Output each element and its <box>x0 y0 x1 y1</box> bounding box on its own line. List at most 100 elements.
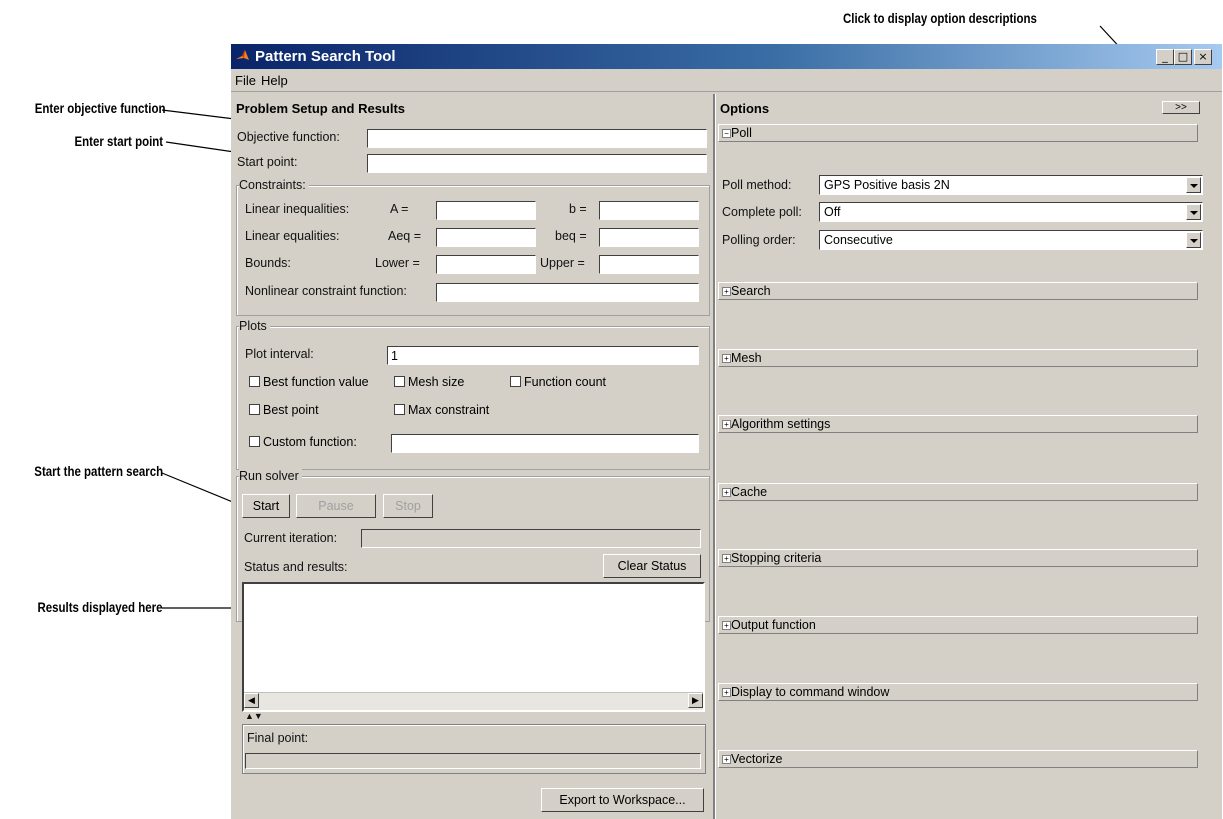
a-matrix-input[interactable] <box>436 201 536 220</box>
menu-file[interactable]: File <box>235 73 256 88</box>
horizontal-scrollbar[interactable]: ◀ ▶ <box>244 692 703 710</box>
current-iteration-label: Current iteration: <box>244 531 338 545</box>
custom-function-label: Custom function: <box>263 435 357 449</box>
poll-method-label: Poll method: <box>722 178 792 192</box>
custom-function-input[interactable] <box>391 434 699 453</box>
cache-section-header[interactable]: + Cache <box>718 483 1198 501</box>
output-function-section-header[interactable]: + Output function <box>718 616 1198 634</box>
section-label: Display to command window <box>731 685 890 699</box>
max-constraint-checkbox[interactable]: Max constraint <box>394 403 489 417</box>
plot-interval-input[interactable]: 1 <box>387 346 699 365</box>
collapse-icon: − <box>722 129 731 138</box>
options-header: Options <box>720 101 770 116</box>
menu-bar: File Help <box>231 69 1222 92</box>
menu-help[interactable]: Help <box>261 73 288 88</box>
final-point-field <box>245 753 701 769</box>
expand-icon: + <box>722 488 731 497</box>
max-constraint-label: Max constraint <box>408 403 490 417</box>
aeq-label: Aeq = <box>388 229 422 243</box>
best-function-value-label: Best function value <box>263 375 369 389</box>
beq-label: beq = <box>555 229 587 243</box>
maximize-button[interactable]: □ <box>1174 49 1192 65</box>
status-results-area[interactable]: ◀ ▶ <box>242 582 705 712</box>
constraints-label: Constraints: <box>239 178 309 192</box>
plot-interval-label: Plot interval: <box>245 347 314 361</box>
poll-section-header[interactable]: − Poll <box>718 124 1198 142</box>
annotation-start-search: Start the pattern search <box>34 463 163 479</box>
objective-function-input[interactable] <box>367 129 707 148</box>
aeq-matrix-input[interactable] <box>436 228 536 247</box>
clear-status-button[interactable]: Clear Status <box>603 554 701 578</box>
dropdown-arrow-icon[interactable] <box>1186 177 1201 193</box>
section-label: Output function <box>731 618 816 632</box>
expand-icon: + <box>722 420 731 429</box>
mesh-size-checkbox[interactable]: Mesh size <box>394 375 464 389</box>
section-label: Mesh <box>731 351 762 365</box>
expand-icon: + <box>722 554 731 563</box>
function-count-label: Function count <box>524 375 606 389</box>
beq-vector-input[interactable] <box>599 228 699 247</box>
section-label: Algorithm settings <box>731 417 831 431</box>
expand-icon: + <box>722 287 731 296</box>
stopping-criteria-section-header[interactable]: + Stopping criteria <box>718 549 1198 567</box>
option-descriptions-toggle[interactable]: >> <box>1162 101 1200 114</box>
minimize-button[interactable]: _ <box>1156 49 1174 65</box>
scroll-left-icon[interactable]: ◀ <box>244 693 259 708</box>
upper-bound-input[interactable] <box>599 255 699 274</box>
best-point-label: Best point <box>263 403 319 417</box>
custom-function-checkbox[interactable]: Custom function: <box>249 435 357 449</box>
expand-icon: + <box>722 354 731 363</box>
complete-poll-select[interactable]: Off <box>819 202 1203 222</box>
complete-poll-value: Off <box>824 205 841 219</box>
export-to-workspace-button[interactable]: Export to Workspace... <box>541 788 704 812</box>
section-label: Stopping criteria <box>731 551 822 565</box>
objective-function-label: Objective function: <box>237 130 340 144</box>
search-section-header[interactable]: + Search <box>718 282 1198 300</box>
algorithm-settings-section-header[interactable]: + Algorithm settings <box>718 415 1198 433</box>
start-point-input[interactable] <box>367 154 707 173</box>
final-point-label: Final point: <box>247 731 309 745</box>
lower-bound-input[interactable] <box>436 255 536 274</box>
best-function-value-checkbox[interactable]: Best function value <box>249 375 369 389</box>
mesh-size-label: Mesh size <box>408 375 465 389</box>
best-point-checkbox[interactable]: Best point <box>249 403 319 417</box>
title-bar: Pattern Search Tool _ □ × <box>231 44 1222 69</box>
status-results-label: Status and results: <box>244 560 348 574</box>
dropdown-arrow-icon[interactable] <box>1186 204 1201 220</box>
poll-method-select[interactable]: GPS Positive basis 2N <box>819 175 1203 195</box>
dropdown-arrow-icon[interactable] <box>1186 232 1201 248</box>
polling-order-select[interactable]: Consecutive <box>819 230 1203 250</box>
display-command-window-section-header[interactable]: + Display to command window <box>718 683 1198 701</box>
b-vector-input[interactable] <box>599 201 699 220</box>
pattern-search-window: Pattern Search Tool _ □ × File Help Prob… <box>231 44 1222 819</box>
poll-method-value: GPS Positive basis 2N <box>824 178 950 192</box>
stop-button[interactable]: Stop <box>383 494 433 518</box>
close-button[interactable]: × <box>1194 49 1212 65</box>
upper-label: Upper = <box>540 256 585 270</box>
annotation-objective: Enter objective function <box>34 100 165 116</box>
pause-button[interactable]: Pause <box>296 494 376 518</box>
annotation-results: Results displayed here <box>37 599 163 615</box>
expand-icon: + <box>722 755 731 764</box>
vectorize-section-header[interactable]: + Vectorize <box>718 750 1198 768</box>
start-point-label: Start point: <box>237 155 298 169</box>
polling-order-value: Consecutive <box>824 233 893 247</box>
a-label: A = <box>390 202 409 216</box>
window-title: Pattern Search Tool <box>255 48 396 65</box>
lower-label: Lower = <box>375 256 420 270</box>
section-label: Search <box>731 284 771 298</box>
expand-icon: + <box>722 688 731 697</box>
mesh-section-header[interactable]: + Mesh <box>718 349 1198 367</box>
start-button[interactable]: Start <box>242 494 290 518</box>
splitter-arrows-icon[interactable]: ▲▼ <box>245 711 263 721</box>
scroll-right-icon[interactable]: ▶ <box>688 693 703 708</box>
matlab-logo-icon <box>236 50 249 60</box>
nonlinear-constraint-label: Nonlinear constraint function: <box>245 284 407 298</box>
current-iteration-field <box>361 529 701 548</box>
linear-inequalities-label: Linear inequalities: <box>245 202 350 216</box>
section-label: Cache <box>731 485 768 499</box>
nonlinear-constraint-input[interactable] <box>436 283 699 302</box>
problem-setup-panel: Problem Setup and Results Objective func… <box>233 94 715 819</box>
function-count-checkbox[interactable]: Function count <box>510 375 606 389</box>
complete-poll-label: Complete poll: <box>722 205 802 219</box>
